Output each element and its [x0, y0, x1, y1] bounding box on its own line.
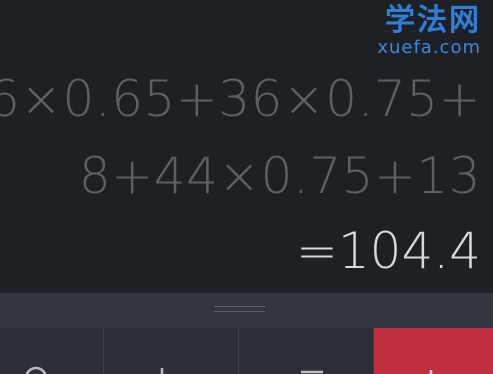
watermark-chinese: 学法网: [385, 3, 481, 38]
calculator-display: 学法网 xuefa.com 36×0.65+36×0.75+ 8+44×0.75…: [0, 0, 493, 293]
plus-minus-key[interactable]: [104, 328, 239, 374]
operator-icon: [429, 370, 433, 374]
keypad-drag-bar[interactable]: [0, 293, 493, 328]
expression-line-2: 8+44×0.75+13: [78, 147, 481, 205]
plus-minus-icon: [160, 368, 164, 374]
calculator-app: 学法网 xuefa.com 36×0.65+36×0.75+ 8+44×0.75…: [0, 0, 493, 374]
drag-handle-icon[interactable]: [214, 306, 265, 313]
keypad-row: [0, 328, 493, 374]
percent-key[interactable]: [0, 328, 104, 374]
operator-key[interactable]: [374, 328, 493, 374]
watermark-logo: 学法网 xuefa.com: [377, 4, 481, 58]
watermark-url: xuefa.com: [377, 37, 481, 58]
percent-icon: [25, 366, 47, 374]
divide-key[interactable]: [239, 328, 374, 374]
result-display: =104.4: [295, 222, 481, 280]
divide-icon: [301, 370, 323, 374]
expression-line-1: 36×0.65+36×0.75+: [0, 70, 481, 128]
